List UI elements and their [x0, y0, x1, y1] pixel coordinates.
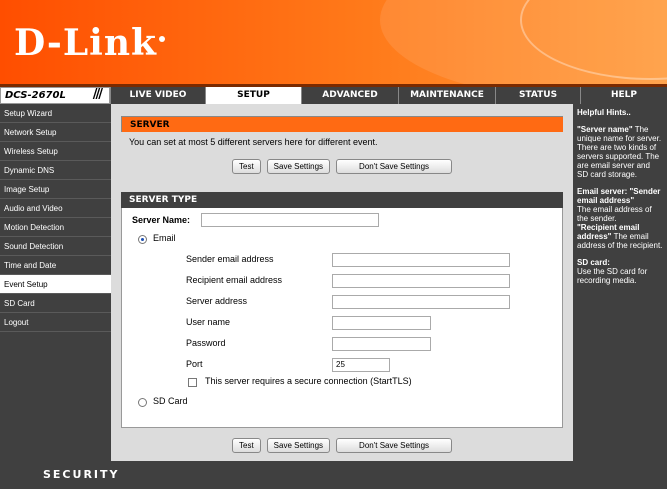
- hint-server-name: "Server name" The unique name for server…: [577, 125, 662, 179]
- hint-sd-card: SD card: Use the SD card for recording me…: [577, 258, 648, 285]
- tab-maintenance[interactable]: MAINTENANCE: [398, 87, 495, 104]
- sidebar-item-event-setup[interactable]: Event Setup: [0, 275, 111, 294]
- footer: SECURITY: [0, 461, 667, 489]
- starttls-label: This server requires a secure connection…: [205, 376, 412, 386]
- sender-email-label: Sender email address: [186, 254, 274, 264]
- logo-text: D-Link: [14, 22, 157, 64]
- sidebar-item-audio-video[interactable]: Audio and Video: [0, 199, 111, 218]
- sidebar-item-image-setup[interactable]: Image Setup: [0, 180, 111, 199]
- save-settings-button-top[interactable]: Save Settings: [266, 159, 331, 174]
- starttls-checkbox[interactable]: [188, 378, 197, 387]
- model-label: DCS-2670L ///: [0, 87, 110, 104]
- tab-setup[interactable]: SETUP: [205, 87, 301, 104]
- sidebar-item-sound-detection[interactable]: Sound Detection: [0, 237, 111, 256]
- footer-security-text: SECURITY: [43, 468, 120, 481]
- sidebar-item-setup-wizard[interactable]: Setup Wizard: [0, 104, 111, 123]
- logo-dot-icon: [158, 36, 165, 42]
- port-label: Port: [186, 359, 203, 369]
- hint-email-server: Email server: "Sender email address" The…: [577, 187, 661, 223]
- hint-recipient: "Recipient email address" The email addr…: [577, 223, 663, 250]
- tab-live-video[interactable]: LIVE VIDEO: [110, 87, 205, 104]
- sidebar-item-wireless-setup[interactable]: Wireless Setup: [0, 142, 111, 161]
- sidebar-item-network-setup[interactable]: Network Setup: [0, 123, 111, 142]
- port-input[interactable]: 25: [332, 358, 390, 372]
- slashes-icon: ///: [92, 87, 103, 102]
- sd-card-radio[interactable]: [138, 398, 147, 407]
- password-input[interactable]: [332, 337, 431, 351]
- server-description: You can set at most 5 different servers …: [129, 137, 378, 147]
- save-settings-button-bottom[interactable]: Save Settings: [266, 438, 331, 453]
- dlink-logo: D-Link: [14, 22, 165, 64]
- main-content: SERVER You can set at most 5 different s…: [111, 104, 573, 461]
- sender-email-input[interactable]: [332, 253, 510, 267]
- dont-save-button-bottom[interactable]: Don't Save Settings: [336, 438, 453, 453]
- server-type-title: SERVER TYPE: [121, 192, 563, 208]
- server-name-input[interactable]: [201, 213, 379, 227]
- helpful-hints-panel: Helpful Hints.. "Server name" The unique…: [573, 104, 667, 461]
- sd-card-label: SD Card: [153, 396, 188, 406]
- tab-help[interactable]: HELP: [580, 87, 667, 104]
- email-radio[interactable]: [138, 235, 147, 244]
- sidebar-item-dynamic-dns[interactable]: Dynamic DNS: [0, 161, 111, 180]
- recipient-email-input[interactable]: [332, 274, 510, 288]
- server-panel-title: SERVER: [121, 116, 563, 132]
- sidebar-item-motion-detection[interactable]: Motion Detection: [0, 218, 111, 237]
- server-name-label: Server Name:: [132, 215, 191, 225]
- server-address-input[interactable]: [332, 295, 510, 309]
- test-button-bottom[interactable]: Test: [232, 438, 261, 453]
- server-address-label: Server address: [186, 296, 248, 306]
- dont-save-button-top[interactable]: Don't Save Settings: [336, 159, 453, 174]
- test-button-top[interactable]: Test: [232, 159, 261, 174]
- recipient-email-label: Recipient email address: [186, 275, 283, 285]
- password-label: Password: [186, 338, 226, 348]
- header-banner: D-Link: [0, 0, 667, 84]
- bottom-button-row: Test Save Settings Don't Save Settings: [232, 438, 453, 453]
- user-name-label: User name: [186, 317, 231, 327]
- server-type-panel: SERVER TYPE Server Name: Email Sender em…: [121, 192, 563, 428]
- tab-status[interactable]: STATUS: [495, 87, 580, 104]
- user-name-input[interactable]: [332, 316, 431, 330]
- top-nav: DCS-2670L /// LIVE VIDEO SETUP ADVANCED M…: [0, 87, 667, 104]
- hints-title: Helpful Hints..: [577, 108, 631, 117]
- model-name: DCS-2670L: [5, 90, 66, 101]
- sidebar: Setup Wizard Network Setup Wireless Setu…: [0, 104, 111, 461]
- tab-advanced[interactable]: ADVANCED: [301, 87, 398, 104]
- sidebar-item-time-date[interactable]: Time and Date: [0, 256, 111, 275]
- email-label: Email: [153, 233, 176, 243]
- sidebar-item-logout[interactable]: Logout: [0, 313, 111, 332]
- sidebar-item-sd-card[interactable]: SD Card: [0, 294, 111, 313]
- server-panel: SERVER You can set at most 5 different s…: [121, 116, 563, 184]
